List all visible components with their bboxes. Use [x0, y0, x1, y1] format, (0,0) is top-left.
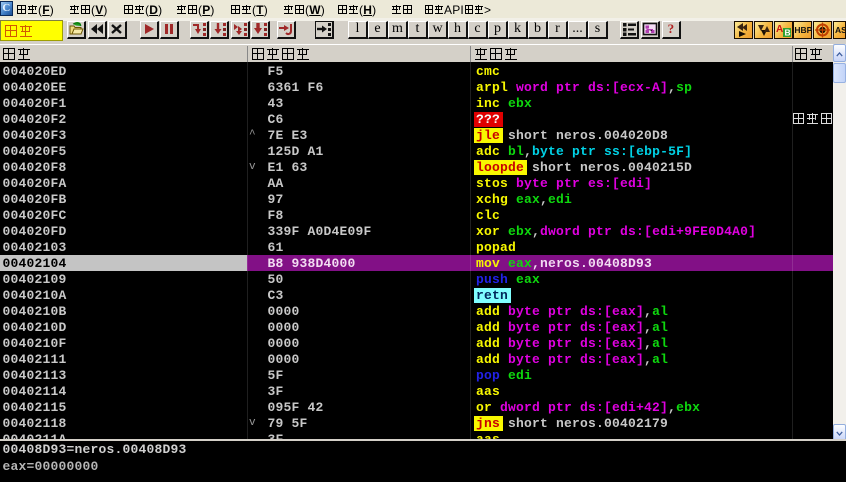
svg-text:A: A [776, 24, 783, 35]
svg-text:B: B [784, 28, 790, 38]
